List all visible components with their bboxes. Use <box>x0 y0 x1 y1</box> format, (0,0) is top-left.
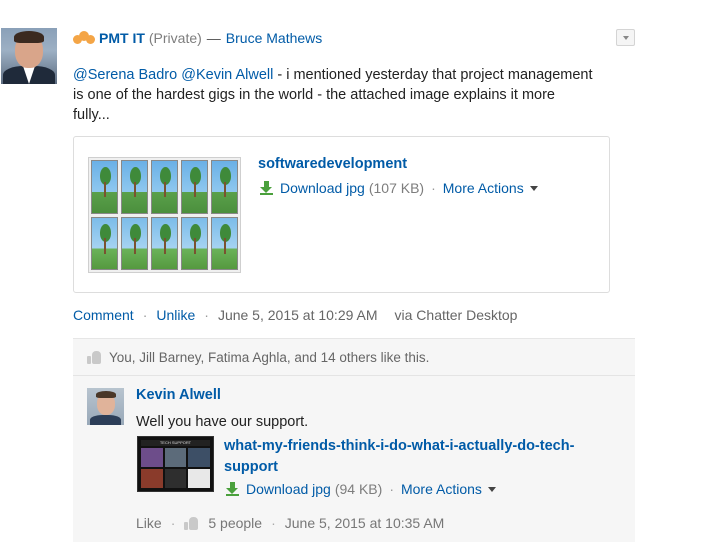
unlike-link[interactable]: Unlike <box>156 307 195 323</box>
thumbnail-header: TECH SUPPORT <box>141 440 210 446</box>
more-actions-link[interactable]: More Actions <box>401 481 482 497</box>
caret-down-icon[interactable] <box>529 185 538 191</box>
post-menu-button[interactable] <box>616 29 635 46</box>
post-header: PMT IT (Private) — Bruce Mathews <box>73 28 322 48</box>
comment-attachment-thumbnail[interactable]: TECH SUPPORT <box>137 436 214 492</box>
likes-row: You, Jill Barney, Fatima Aghla, and 14 o… <box>87 347 429 367</box>
attachment-actions: Download jpg (107 KB) · More Actions <box>260 180 538 196</box>
post-author-link[interactable]: Bruce Mathews <box>226 30 322 46</box>
comment-link[interactable]: Comment <box>73 307 134 323</box>
thumbs-up-icon <box>184 516 199 530</box>
header-separator: — <box>206 30 221 46</box>
dot-separator: · <box>271 515 276 531</box>
comment-timestamp: June 5, 2015 at 10:35 AM <box>284 515 445 531</box>
attachment-title-link[interactable]: softwaredevelopment <box>258 156 407 172</box>
download-icon[interactable] <box>260 181 273 195</box>
dot-separator: · <box>142 307 148 323</box>
dot-separator: · <box>204 307 209 323</box>
comment-actions: Like · 5 people · June 5, 2015 at 10:35 … <box>136 515 444 531</box>
post-source: via Chatter Desktop <box>394 307 518 323</box>
attachment-card: softwaredevelopment Download jpg (107 KB… <box>73 136 610 293</box>
more-actions-link[interactable]: More Actions <box>443 180 524 196</box>
post-body: @Serena Badro @Kevin Alwell - i mentione… <box>73 65 593 125</box>
divider <box>73 375 635 376</box>
download-link[interactable]: Download jpg <box>246 481 331 497</box>
attachment-size: (94 KB) <box>334 481 383 497</box>
comment-author-link[interactable]: Kevin Alwell <box>136 387 221 403</box>
group-name-link[interactable]: PMT IT <box>99 30 145 46</box>
likes-text[interactable]: You, Jill Barney, Fatima Aghla, and 14 o… <box>109 350 429 365</box>
commenter-avatar[interactable] <box>87 388 124 425</box>
mention-link[interactable]: @Serena Badro <box>73 67 177 83</box>
post-actions: Comment · Unlike · June 5, 2015 at 10:29… <box>73 307 517 323</box>
like-count[interactable]: 5 people <box>208 515 262 531</box>
feedback-panel: You, Jill Barney, Fatima Aghla, and 14 o… <box>73 338 635 542</box>
download-icon[interactable] <box>226 482 239 496</box>
post-timestamp[interactable]: June 5, 2015 at 10:29 AM <box>218 307 378 323</box>
author-avatar[interactable] <box>1 28 57 84</box>
dot-separator: · <box>170 515 176 531</box>
thumbs-up-icon <box>87 350 101 364</box>
mention-link[interactable]: @Kevin Alwell <box>181 67 273 83</box>
group-visibility: (Private) <box>148 30 202 46</box>
comment-text: Well you have our support. <box>136 414 309 430</box>
attachment-thumbnail[interactable] <box>88 157 241 273</box>
dot-separator: · <box>431 180 436 196</box>
comment-attachment-title-link[interactable]: what-my-friends-think-i-do-what-i-actual… <box>224 436 624 478</box>
dot-separator: · <box>389 481 394 497</box>
like-link[interactable]: Like <box>136 515 162 531</box>
download-link[interactable]: Download jpg <box>280 180 365 196</box>
group-icon <box>73 31 95 45</box>
comment-attachment-actions: Download jpg (94 KB) · More Actions <box>226 481 496 497</box>
attachment-size: (107 KB) <box>368 180 425 196</box>
caret-down-icon[interactable] <box>487 486 496 492</box>
